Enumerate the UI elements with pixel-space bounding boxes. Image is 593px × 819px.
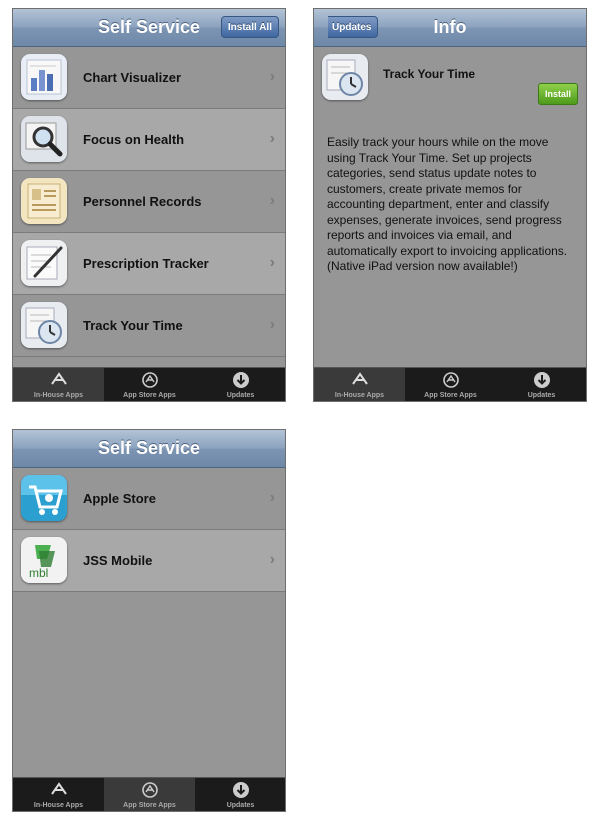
chevron-right-icon: ›: [269, 489, 275, 506]
chevron-right-icon: ›: [269, 254, 275, 271]
tab-label: In-House Apps: [33, 392, 84, 399]
tab-updates[interactable]: Updates: [195, 368, 285, 401]
tab-label: App Store Apps: [424, 392, 477, 399]
install-button[interactable]: Install: [538, 83, 578, 105]
list-item[interactable]: mbl JSS Mobile ›: [13, 530, 285, 592]
tab-label: Updates: [226, 802, 255, 809]
list-item[interactable]: Focus on Health ›: [13, 109, 285, 171]
tab-label: Updates: [527, 392, 556, 399]
shopping-cart-icon: [21, 475, 67, 521]
tab-in-house-apps[interactable]: In-House Apps: [13, 368, 104, 401]
svg-text:mbl: mbl: [29, 566, 48, 580]
records-icon: [21, 178, 67, 224]
tab-app-store-apps[interactable]: App Store Apps: [104, 368, 195, 401]
tab-in-house-apps[interactable]: In-House Apps: [314, 368, 405, 401]
download-icon: [195, 778, 285, 801]
app-name: Track Your Time: [383, 67, 476, 81]
self-service-app-store-screen: Self Service Apple Store › mbl JSS Mobil…: [12, 429, 286, 812]
list-item[interactable]: Apple Store ›: [13, 468, 285, 530]
updates-back-button[interactable]: Updates: [328, 16, 379, 38]
tab-label: In-House Apps: [33, 802, 84, 809]
download-icon: [496, 368, 586, 391]
self-service-in-house-screen: Self Service Install All Chart Visualize…: [12, 8, 286, 402]
chart-icon: [21, 54, 67, 100]
install-all-button[interactable]: Install All: [220, 16, 279, 38]
chevron-right-icon: ›: [269, 192, 275, 209]
tab-app-store-apps[interactable]: App Store Apps: [104, 778, 195, 811]
item-label: Prescription Tracker: [83, 256, 209, 271]
magnifier-icon: [21, 116, 67, 162]
list-item[interactable]: Personnel Records ›: [13, 171, 285, 233]
tab-in-house-apps[interactable]: In-House Apps: [13, 778, 104, 811]
tab-app-store-apps[interactable]: App Store Apps: [405, 368, 496, 401]
app-list: Apple Store › mbl JSS Mobile ›: [13, 468, 285, 592]
tab-updates[interactable]: Updates: [496, 368, 586, 401]
item-label: Chart Visualizer: [83, 70, 182, 85]
navigation-bar: Info Updates: [314, 9, 586, 47]
app-store-pencil-icon: [314, 368, 405, 391]
app-list: Chart Visualizer › Focus on Health › Per…: [13, 47, 285, 357]
prescription-icon: [21, 240, 67, 286]
chevron-right-icon: ›: [269, 130, 275, 147]
page-title: Self Service: [97, 438, 201, 458]
clock-icon: [322, 54, 368, 100]
tab-bar: In-House Apps App Store Apps Updates: [314, 367, 586, 401]
app-store-icon: [104, 368, 195, 391]
tab-label: Updates: [226, 392, 255, 399]
app-store-pencil-icon: [13, 778, 104, 801]
app-store-pencil-icon: [13, 368, 104, 391]
chevron-right-icon: ›: [269, 316, 275, 333]
tab-label: App Store Apps: [123, 802, 176, 809]
app-store-icon: [405, 368, 496, 391]
list-item[interactable]: Prescription Tracker ›: [13, 233, 285, 295]
download-icon: [195, 368, 285, 391]
tab-label: In-House Apps: [334, 392, 385, 399]
tab-bar: In-House Apps App Store Apps Updates: [13, 777, 285, 811]
jss-mobile-icon: mbl: [21, 537, 67, 583]
clock-icon: [21, 302, 67, 348]
item-label: Focus on Health: [83, 132, 185, 147]
list-item[interactable]: Track Your Time ›: [13, 295, 285, 357]
app-description: Easily track your hours while on the mov…: [327, 135, 568, 273]
list-item[interactable]: Chart Visualizer ›: [13, 47, 285, 109]
item-label: Apple Store: [83, 491, 156, 506]
chevron-right-icon: ›: [269, 551, 275, 568]
item-label: Personnel Records: [83, 194, 202, 209]
app-info-screen: Info Updates Track Your Time Install Eas…: [313, 8, 587, 402]
tab-bar: In-House Apps App Store Apps Updates: [13, 367, 285, 401]
item-label: JSS Mobile: [83, 553, 153, 568]
app-store-icon: [104, 778, 195, 801]
navigation-bar: Self Service: [13, 430, 285, 468]
tab-label: App Store Apps: [123, 392, 176, 399]
app-header: Track Your Time Install: [314, 47, 586, 107]
navigation-bar: Self Service Install All: [13, 9, 285, 47]
chevron-right-icon: ›: [269, 68, 275, 85]
item-label: Track Your Time: [83, 318, 183, 333]
tab-updates[interactable]: Updates: [195, 778, 285, 811]
